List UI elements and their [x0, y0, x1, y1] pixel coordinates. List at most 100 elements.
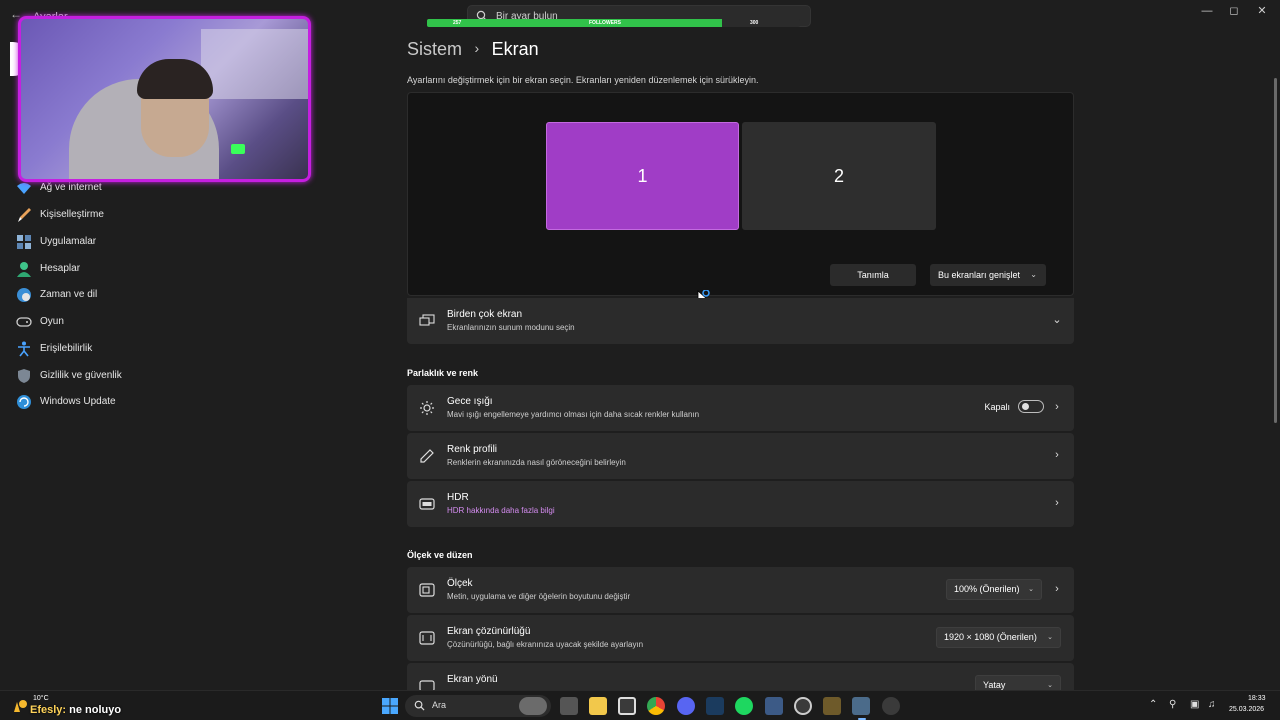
sidebar-item-windows-update[interactable]: Windows Update [14, 389, 274, 415]
identify-button[interactable]: Tanımla [830, 264, 916, 286]
sidebar-item-accounts[interactable]: Hesaplar [14, 256, 274, 282]
minimize-button[interactable]: — [1192, 3, 1222, 19]
settings-gear-icon[interactable] [852, 697, 870, 715]
chevron-down-icon: ⌄ [1047, 634, 1053, 641]
resolution-dropdown[interactable]: 1920 × 1080 (Önerilen) ⌄ [936, 627, 1061, 648]
wifi-icon [17, 183, 31, 194]
sidebar-item-accessibility[interactable]: Erişilebilirlik [14, 336, 274, 362]
sidebar-item-gaming[interactable]: Oyun [14, 309, 274, 335]
sidebar-item-label: Windows Update [40, 396, 116, 407]
accessibility-icon [18, 341, 30, 357]
display-tray-icon[interactable]: ▣ [1190, 699, 1199, 710]
night-light-card[interactable]: Gece ışığı Mavi ışığı engellemeye yardım… [407, 385, 1074, 431]
maximize-button[interactable]: ◻ [1219, 3, 1249, 19]
sidebar-item-label: Kişiselleştirme [40, 209, 104, 220]
scale-dropdown[interactable]: 100% (Önerilen) ⌄ [946, 579, 1042, 600]
clock-date[interactable]: 25.03.2026 [1229, 706, 1264, 713]
spotify-icon[interactable] [735, 697, 753, 715]
color-profile-title: Renk profili [447, 444, 498, 455]
obs-icon[interactable] [794, 697, 812, 715]
sidebar-item-label: Oyun [40, 316, 64, 327]
chevron-right-icon: › [1055, 497, 1059, 509]
taskbar-search[interactable]: Ara [405, 695, 551, 717]
orientation-dropdown[interactable]: Yatay ⌄ [975, 675, 1061, 690]
brush-icon [18, 208, 31, 222]
webcam-overlay [18, 16, 311, 182]
discord-icon[interactable] [677, 697, 695, 715]
scale-card[interactable]: Ölçek Metin, uygulama ve diğer öğelerin … [407, 567, 1074, 613]
file-explorer-icon[interactable] [589, 697, 607, 715]
chevron-down-icon: ⌄ [1030, 270, 1037, 279]
resolution-subtitle: Çözünürlüğü, bağlı ekranınıza uyacak şek… [447, 640, 644, 649]
orientation-icon [419, 680, 435, 690]
settings-window: ← Ayarlar 257 FOLLOWERS 300 — ◻ ✕ Ağ ve … [0, 0, 1280, 690]
clock-time[interactable]: 18:33 [1248, 695, 1266, 702]
color-profile-card[interactable]: Renk profili Renklerin ekranınızda nasıl… [407, 433, 1074, 479]
chrome-icon[interactable] [647, 697, 665, 715]
color-profile-subtitle: Renklerin ekranınızda nasıl göröneceğini… [447, 458, 626, 467]
section-brightness-color: Parlaklık ve renk [407, 368, 479, 378]
orientation-title: Ekran yönü [447, 674, 498, 685]
extend-label: Bu ekranları genişlet [938, 270, 1021, 280]
multiple-displays-subtitle: Ekranlarınızın sunum modunu seçin [447, 323, 575, 332]
multiple-displays-icon [419, 314, 435, 326]
sidebar-item-label: Zaman ve dil [40, 289, 98, 300]
sidebar-item-apps[interactable]: Uygulamalar [14, 229, 274, 255]
breadcrumb: Sistem › Ekran [407, 39, 539, 63]
monitor-1[interactable]: 1 [546, 122, 739, 230]
orientation-card[interactable]: Ekran yönü Yatay ⌄ [407, 663, 1074, 690]
taskbar-search-label: Ara [432, 700, 447, 710]
weather-temperature: 10°C [33, 695, 49, 702]
store-icon[interactable] [618, 697, 636, 715]
night-light-toggle[interactable] [1018, 400, 1044, 413]
chevron-down-icon: ⌄ [1028, 586, 1034, 593]
volume-icon[interactable]: ♫ [1208, 699, 1216, 710]
resolution-card[interactable]: Ekran çözünürlüğü Çözünürlüğü, bağlı ekr… [407, 615, 1074, 661]
sidebar-item-time-language[interactable]: Zaman ve dil [14, 282, 274, 308]
app-skull-icon[interactable] [882, 697, 900, 715]
hdr-learn-more-link[interactable]: HDR hakkında daha fazla bilgi [447, 506, 555, 515]
close-button[interactable]: ✕ [1247, 3, 1277, 19]
chevron-down-icon: ⌄ [1047, 682, 1053, 689]
hdr-card[interactable]: HDR HDR hakkında daha fazla bilgi › [407, 481, 1074, 527]
multiple-displays-card[interactable]: Birden çok ekran Ekranlarınızın sunum mo… [407, 298, 1074, 344]
chevron-up-icon[interactable]: ⌃ [1149, 699, 1157, 710]
weather-icon [14, 700, 27, 712]
chat-username: Efesly: [30, 704, 67, 716]
breadcrumb-parent[interactable]: Sistem [407, 39, 462, 59]
follower-goal-bar: 257 FOLLOWERS 300 [427, 19, 800, 27]
sidebar-item-label: Hesaplar [40, 263, 81, 274]
person-icon [17, 262, 31, 277]
steam-icon[interactable] [706, 697, 724, 715]
extend-displays-dropdown[interactable]: Bu ekranları genişlet ⌄ [930, 264, 1046, 286]
multiple-displays-title: Birden çok ekran [447, 309, 523, 320]
windows-start-icon[interactable] [381, 697, 399, 715]
webcam-green-light [231, 144, 245, 154]
sidebar-item-label: Erişilebilirlik [40, 343, 93, 354]
chevron-right-icon: › [1055, 449, 1059, 461]
gamepad-icon [16, 317, 32, 327]
taskbar: 10°C Efesly: ne noluyo Ara ⌃ ⚲ ▣ ♫ 18:33… [0, 690, 1280, 720]
search-icon [414, 700, 425, 711]
follower-goal-fill [427, 19, 722, 27]
follower-label: FOLLOWERS [589, 20, 621, 26]
night-light-title: Gece ışığı [447, 396, 493, 407]
scale-icon [419, 583, 435, 597]
sidebar-item-privacy[interactable]: Gizlilik ve güvenlik [14, 363, 274, 389]
orientation-value: Yatay [983, 680, 1006, 690]
sidebar-item-label: Uygulamalar [40, 236, 97, 247]
sidebar-item-personalization[interactable]: Kişiselleştirme [14, 202, 274, 228]
chat-text: ne noluyo [69, 704, 122, 716]
audio-app-icon[interactable] [823, 697, 841, 715]
follower-count: 257 [453, 20, 462, 26]
scrollbar[interactable] [1274, 78, 1277, 423]
shield-icon [18, 369, 30, 383]
network-tray-icon[interactable]: ⚲ [1169, 699, 1176, 710]
night-light-state: Kapalı [984, 402, 1010, 412]
globe-clock-icon [17, 288, 31, 302]
vpn-icon[interactable] [765, 697, 783, 715]
task-view-icon[interactable] [560, 697, 578, 715]
update-icon [17, 395, 31, 409]
apps-icon [17, 235, 31, 249]
monitor-2[interactable]: 2 [742, 122, 936, 230]
